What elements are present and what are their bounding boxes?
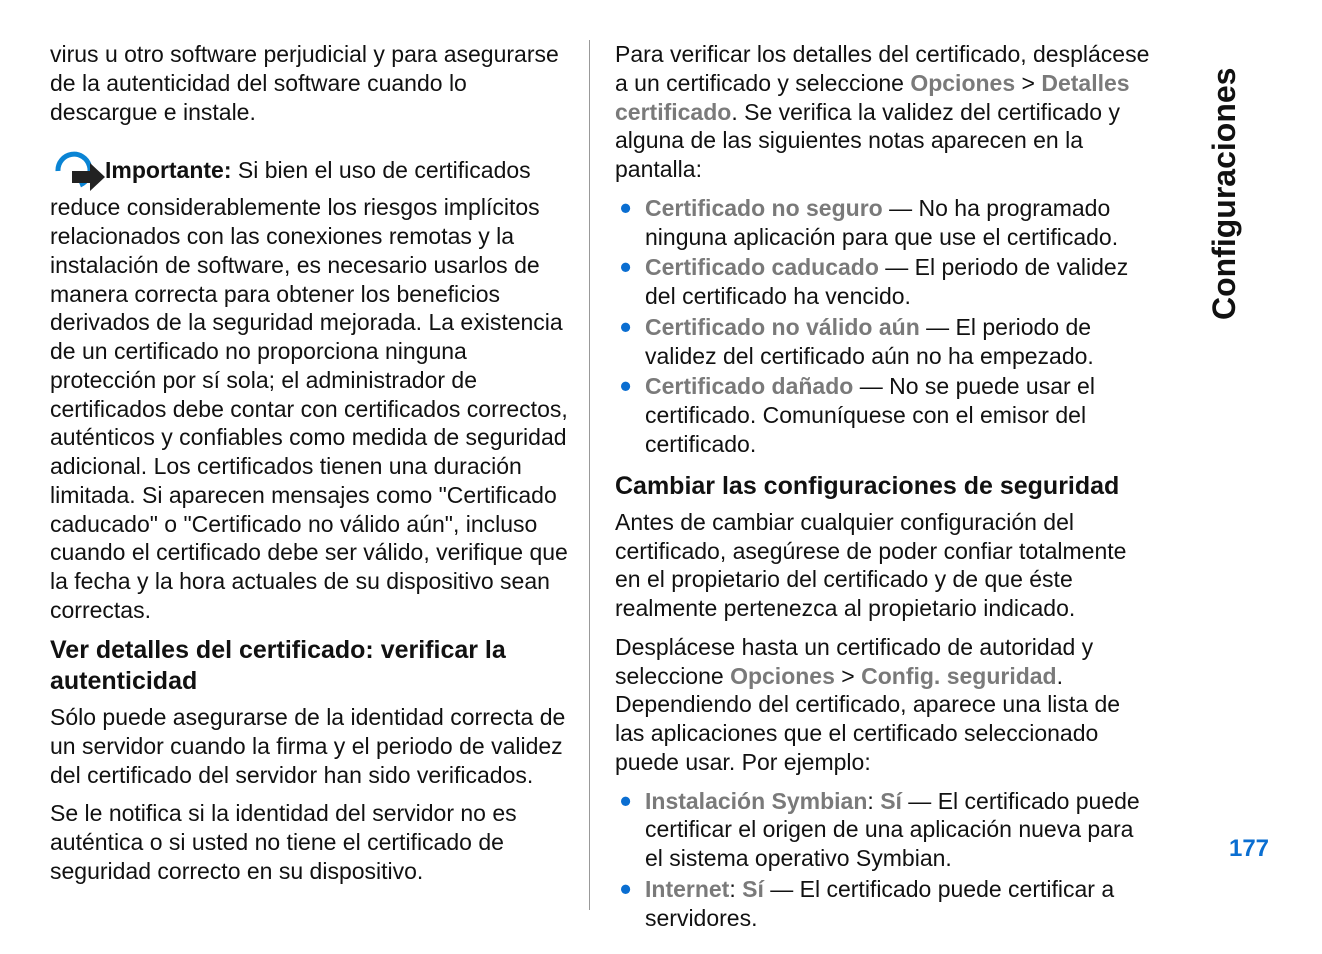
subheading: Ver detalles del certificado: verificar … xyxy=(50,635,569,698)
paragraph: Sólo puede asegurarse de la identidad co… xyxy=(50,703,569,789)
important-text: Si bien el uso de certificados reduce co… xyxy=(50,157,568,622)
list-item: Instalación Symbian: Sí — El certificado… xyxy=(615,787,1150,873)
important-note: Importante: Si bien el uso de certificad… xyxy=(50,151,569,624)
menu-separator: > xyxy=(835,663,861,689)
content-columns: virus u otro software perjudicial y para… xyxy=(50,40,1170,910)
section-tab-title: Configuraciones xyxy=(1204,20,1294,320)
page: virus u otro software perjudicial y para… xyxy=(0,0,1322,954)
important-label: Importante: xyxy=(105,157,232,183)
paragraph: Antes de cambiar cualquier configuración… xyxy=(615,508,1150,623)
list-item: Certificado caducado — El periodo de val… xyxy=(615,253,1150,311)
status-list: Certificado no seguro — No ha programado… xyxy=(615,194,1150,459)
paragraph: Desplácese hasta un certificado de autor… xyxy=(615,633,1150,777)
app-value: Sí xyxy=(880,788,902,814)
app-value: Sí xyxy=(742,876,764,902)
left-column: virus u otro software perjudicial y para… xyxy=(50,40,590,910)
status-term: Certificado no válido aún xyxy=(645,314,920,340)
important-arrow-icon xyxy=(50,151,105,193)
list-item: Internet: Sí — El certificado puede cert… xyxy=(615,875,1150,933)
status-term: Certificado no seguro xyxy=(645,195,883,221)
app-term: Internet xyxy=(645,876,729,902)
app-term: Instalación Symbian xyxy=(645,788,867,814)
status-term: Certificado dañado xyxy=(645,373,853,399)
menu-option: Opciones xyxy=(730,663,835,689)
list-item: Certificado no válido aún — El periodo d… xyxy=(615,313,1150,371)
menu-option: Opciones xyxy=(910,70,1015,96)
menu-separator: > xyxy=(1015,70,1041,96)
right-column: Para verificar los detalles del certific… xyxy=(590,40,1150,910)
paragraph: Se le notifica si la identidad del servi… xyxy=(50,799,569,885)
paragraph: virus u otro software perjudicial y para… xyxy=(50,40,569,126)
list-item: Certificado no seguro — No ha programado… xyxy=(615,194,1150,252)
page-number: 177 xyxy=(1204,834,1294,864)
paragraph: Para verificar los detalles del certific… xyxy=(615,40,1150,184)
status-term: Certificado caducado xyxy=(645,254,879,280)
list-item: Certificado dañado — No se puede usar el… xyxy=(615,372,1150,458)
example-list: Instalación Symbian: Sí — El certificado… xyxy=(615,787,1150,933)
menu-option: Config. seguridad xyxy=(861,663,1057,689)
subheading: Cambiar las configuraciones de seguridad xyxy=(615,471,1150,502)
